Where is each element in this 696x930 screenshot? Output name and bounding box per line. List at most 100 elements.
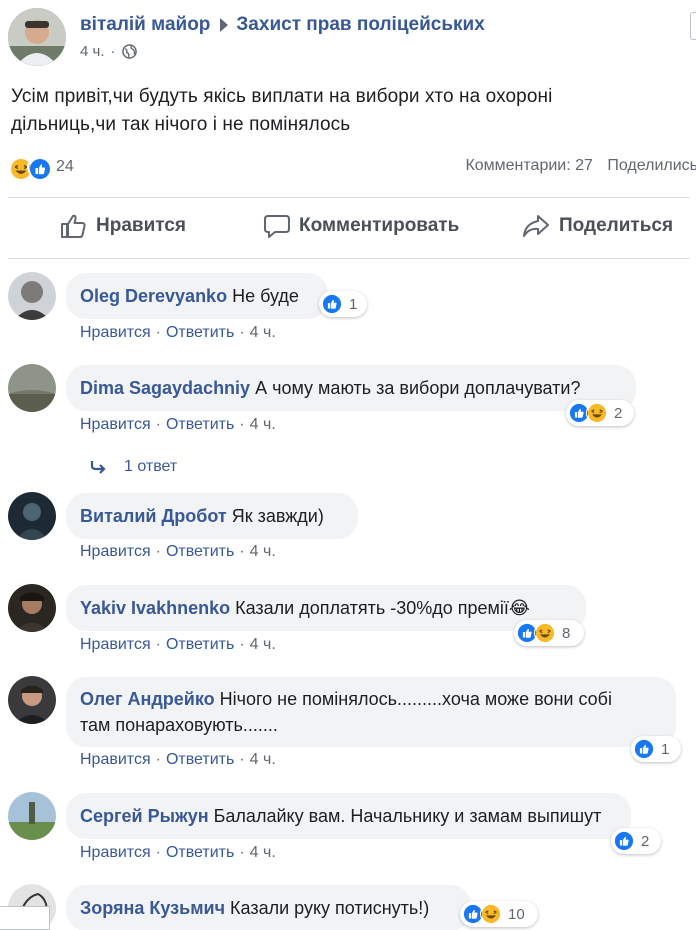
options-edge[interactable] [690,12,696,40]
post-header: віталій майор Захист прав поліцейських 4… [8,8,696,72]
comment-like-link[interactable]: Нравится [80,844,151,861]
comment-bubble: Виталий Дробот Як завжди) [66,493,358,539]
shared-to-arrow-icon [220,18,229,32]
commenter-name[interactable]: Dima Sagaydachniy [80,378,250,398]
commenter-name[interactable]: Виталий Дробот [80,506,227,526]
comment-reaction-count: 1 [661,740,670,758]
thumbs-up-icon [61,214,86,238]
link-separator: · [239,844,245,861]
reaction-count[interactable]: 24 [56,158,74,176]
comment-reply-link[interactable]: Ответить [166,844,234,861]
link-separator: · [239,636,245,653]
link-separator: · [239,416,245,433]
comment-reply-link[interactable]: Ответить [166,751,234,768]
commenter-avatar[interactable] [8,792,56,840]
post-text: Усім привіт,чи будуть якісь виплати на в… [11,83,691,139]
comment-text: там понараховують....... [80,715,278,735]
comment-bubble: Сергей Рыжун Балалайку вам. Начальнику и … [66,793,631,839]
haha-reaction-icon [586,402,608,424]
link-separator: · [239,324,245,341]
commenter-avatar[interactable] [8,492,56,540]
reply-arrow-icon [90,461,106,474]
comment-time[interactable]: 4 ч. [250,324,276,341]
comment-reactions[interactable]: 10 [460,901,538,927]
comment-reactions[interactable]: 1 [631,736,681,762]
like-reaction-icon [633,738,655,760]
replies-count: 1 ответ [124,458,178,475]
comment-reaction-count: 2 [641,832,650,850]
post-time[interactable]: 4 ч. [80,43,105,60]
comment-time[interactable]: 4 ч. [250,416,276,433]
comment-reply-link[interactable]: Ответить [166,416,234,433]
comment-time[interactable]: 4 ч. [250,844,276,861]
like-button-label: Нравится [96,215,186,236]
comment-like-link[interactable]: Нравится [80,543,151,560]
comment-reactions[interactable]: 1 [319,291,367,317]
commenter-avatar[interactable] [8,272,56,320]
comment-text: Казали руку потиснуть!) [230,898,430,918]
group-name[interactable]: Захист прав поліцейських [236,14,484,36]
comment-bubble: Олег Андрейко Нічого не помінялось.......… [66,677,676,747]
like-reaction-icon [27,156,50,179]
share-button[interactable]: Поделиться [521,213,673,239]
commenter-avatar[interactable] [8,676,56,724]
comment-icon [264,215,290,238]
comment-reactions[interactable]: 2 [611,828,661,854]
link-separator: · [155,751,161,768]
comment-bubble: Oleg Derevyanko Не буде [66,273,328,319]
comment-text: Казали доплатять -30%до премії😂 [235,598,530,618]
comment-bubble: Зоряна Кузьмич Казали руку потиснуть!) [66,885,471,930]
comment-text: А чому мають за вибори доплачувати? [255,378,581,398]
comment-reply-link[interactable]: Ответить [166,543,234,560]
comment-bubble: Yakiv Ivakhnenko Казали доплатять -30%до … [66,585,586,631]
comment-time[interactable]: 4 ч. [250,543,276,560]
comment-reactions[interactable]: 2 [566,400,634,426]
comment-time[interactable]: 4 ч. [250,636,276,653]
comment-like-link[interactable]: Нравится [80,636,151,653]
comment-reply-link[interactable]: Ответить [166,324,234,341]
comment-button-label: Комментировать [299,215,460,236]
globe-icon [121,44,137,59]
haha-reaction-icon [480,903,502,925]
comment-time[interactable]: 4 ч. [250,751,276,768]
commenter-name[interactable]: Yakiv Ivakhnenko [80,598,230,618]
author-avatar[interactable] [8,8,66,66]
reactions-stack[interactable] [8,156,50,179]
link-separator: · [239,751,245,768]
comment-reaction-count: 2 [614,404,623,422]
comment-like-link[interactable]: Нравится [80,324,151,341]
author-name[interactable]: віталій майор [80,14,210,36]
link-separator: · [155,416,161,433]
comment-text: Не буде [232,286,299,306]
comment-button[interactable]: Комментировать [263,213,459,239]
link-separator: · [155,636,161,653]
commenter-avatar[interactable] [8,364,56,412]
comment-reply-link[interactable]: Ответить [166,636,234,653]
like-reaction-icon [613,830,635,852]
post-text-line: дільниць,чи так нічого і не помінялось [11,114,351,135]
commenter-name[interactable]: Олег Андрейко [80,689,215,709]
comment-reaction-count: 8 [562,624,571,642]
link-separator: · [155,543,161,560]
corner-overlay [0,906,50,930]
comment-like-link[interactable]: Нравится [80,416,151,433]
divider [8,258,690,259]
divider [8,197,690,198]
view-replies-link[interactable]: 1 ответ [90,458,177,476]
comment-reaction-count: 1 [349,295,358,313]
meta-separator: · [110,43,116,60]
like-button[interactable]: Нравится [60,213,186,239]
comments-count[interactable]: Комментарии: 27 [465,157,592,174]
shares-count[interactable]: Поделились [607,157,696,174]
commenter-name[interactable]: Oleg Derevyanko [80,286,227,306]
commenter-name[interactable]: Сергей Рыжун [80,806,209,826]
commenter-avatar[interactable] [8,584,56,632]
link-separator: · [155,844,161,861]
link-separator: · [239,543,245,560]
comment-reactions[interactable]: 8 [514,620,584,646]
commenter-name[interactable]: Зоряна Кузьмич [80,898,225,918]
comment-reaction-count: 10 [508,905,525,923]
share-button-label: Поделиться [559,215,674,236]
comment-like-link[interactable]: Нравится [80,751,151,768]
like-reaction-icon [321,293,343,315]
